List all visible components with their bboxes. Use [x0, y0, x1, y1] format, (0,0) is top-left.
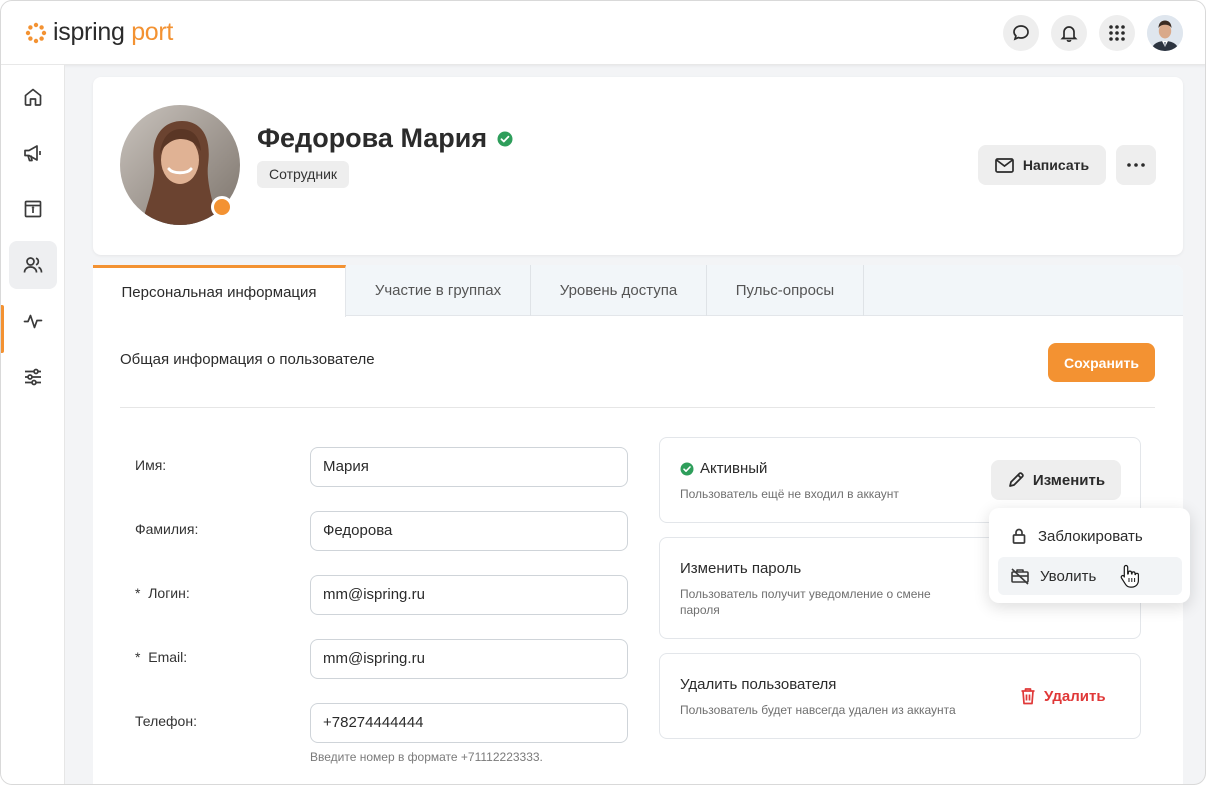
save-button[interactable]: Сохранить — [1048, 343, 1155, 382]
delete-subtitle: Пользователь будет навсегда удален из ак… — [680, 703, 956, 717]
phone-input[interactable]: +78274444444 — [310, 703, 628, 743]
sidebar-item-users[interactable] — [9, 241, 57, 289]
delete-user-button[interactable]: Удалить — [1020, 684, 1106, 708]
phone-hint: Введите номер в формате +71112223333. — [310, 750, 543, 764]
verified-check-icon — [497, 131, 513, 146]
chat-button[interactable] — [1003, 15, 1039, 51]
first-name-label: Имя: — [135, 457, 167, 473]
active-check-icon — [680, 462, 694, 475]
status-title-row: Активный — [680, 460, 767, 477]
ispring-logo-icon — [25, 22, 47, 43]
menu-item-block[interactable]: Заблокировать — [998, 517, 1182, 555]
edit-status-button[interactable]: Изменить — [991, 460, 1121, 500]
password-subtitle: Пользователь получит уведомление о смене… — [680, 587, 931, 617]
tab-groups[interactable]: Участие в группах — [346, 265, 531, 316]
tab-pulse-surveys[interactable]: Пульс-опросы — [707, 265, 864, 316]
user-avatar[interactable] — [1147, 15, 1183, 51]
section-title: Общая информация о пользователе — [120, 351, 375, 368]
sidebar-item-home[interactable] — [9, 73, 57, 121]
email-input[interactable]: mm@ispring.ru — [310, 639, 628, 679]
delete-card: Удалить пользователя Пользователь будет … — [659, 653, 1141, 739]
lock-icon — [1012, 528, 1026, 544]
delete-title: Удалить пользователя — [680, 676, 837, 693]
hand-cursor-icon — [1120, 564, 1139, 588]
sidebar-item-news[interactable] — [9, 129, 57, 177]
last-name-input[interactable]: Федорова — [310, 511, 628, 551]
online-status-dot — [211, 196, 233, 218]
sidebar-item-settings[interactable] — [9, 353, 57, 401]
profile-name: Федорова Мария — [257, 123, 488, 153]
megaphone-icon — [24, 145, 41, 162]
status-subtitle: Пользователь ещё не входил в аккаунт — [680, 487, 899, 501]
role-badge: Сотрудник — [257, 161, 350, 188]
more-actions-button[interactable] — [1116, 145, 1156, 185]
delete-user-label: Удалить — [1044, 687, 1106, 705]
activity-icon — [23, 314, 43, 329]
tabs-bar: Персональная информация Участие в группа… — [93, 265, 1183, 317]
login-input[interactable]: mm@ispring.ru — [310, 575, 628, 615]
home-icon — [24, 88, 42, 106]
dismiss-briefcase-icon — [1011, 568, 1029, 585]
write-message-button[interactable]: Написать — [978, 145, 1106, 185]
top-bar: ispring port — [1, 1, 1205, 65]
chat-icon — [1013, 25, 1029, 41]
profile-card: Федорова Мария Сотрудник Написать — [93, 77, 1183, 255]
last-name-label: Фамилия: — [135, 521, 199, 537]
apps-grid-icon — [1109, 25, 1125, 41]
write-message-label: Написать — [1022, 157, 1090, 173]
phone-label: Телефон: — [135, 713, 197, 729]
profile-name-row: Федорова Мария — [257, 123, 513, 154]
catalog-icon — [24, 200, 42, 218]
settings-sliders-icon — [25, 368, 41, 386]
active-indicator — [1, 305, 4, 353]
tab-access-level[interactable]: Уровень доступа — [531, 265, 707, 316]
status-dropdown-menu: Заблокировать Уволить — [989, 508, 1190, 603]
menu-item-block-label: Заблокировать — [1038, 527, 1143, 545]
notifications-button[interactable] — [1051, 15, 1087, 51]
menu-item-dismiss[interactable]: Уволить — [998, 557, 1182, 595]
first-name-input[interactable]: Мария — [310, 447, 628, 487]
status-title: Активный — [700, 460, 768, 477]
section-divider — [120, 407, 1155, 408]
logo-text-accent: port — [131, 18, 174, 46]
more-dots-icon — [1127, 163, 1145, 167]
menu-item-dismiss-label: Уволить — [1040, 567, 1097, 585]
logo[interactable]: ispring port — [25, 18, 173, 47]
users-icon — [23, 257, 43, 273]
email-label: * Email: — [135, 649, 188, 665]
logo-text-main: ispring — [53, 18, 125, 46]
edit-status-label: Изменить — [1032, 471, 1106, 489]
password-title: Изменить пароль — [680, 560, 802, 577]
tab-personal-info[interactable]: Персональная информация — [93, 265, 346, 317]
sidebar-item-catalog[interactable] — [9, 185, 57, 233]
pencil-icon — [1009, 472, 1024, 487]
sidebar-item-activity[interactable] — [9, 297, 57, 345]
bell-icon — [1060, 26, 1078, 43]
app-window: ispring port Федорова Мария Сотрудник На… — [0, 0, 1206, 785]
login-label: * Логин: — [135, 585, 190, 601]
mail-icon — [995, 157, 1014, 173]
trash-icon — [1021, 688, 1035, 705]
apps-button[interactable] — [1099, 15, 1135, 51]
sidebar — [1, 65, 65, 784]
user-avatar-image — [1147, 15, 1183, 51]
